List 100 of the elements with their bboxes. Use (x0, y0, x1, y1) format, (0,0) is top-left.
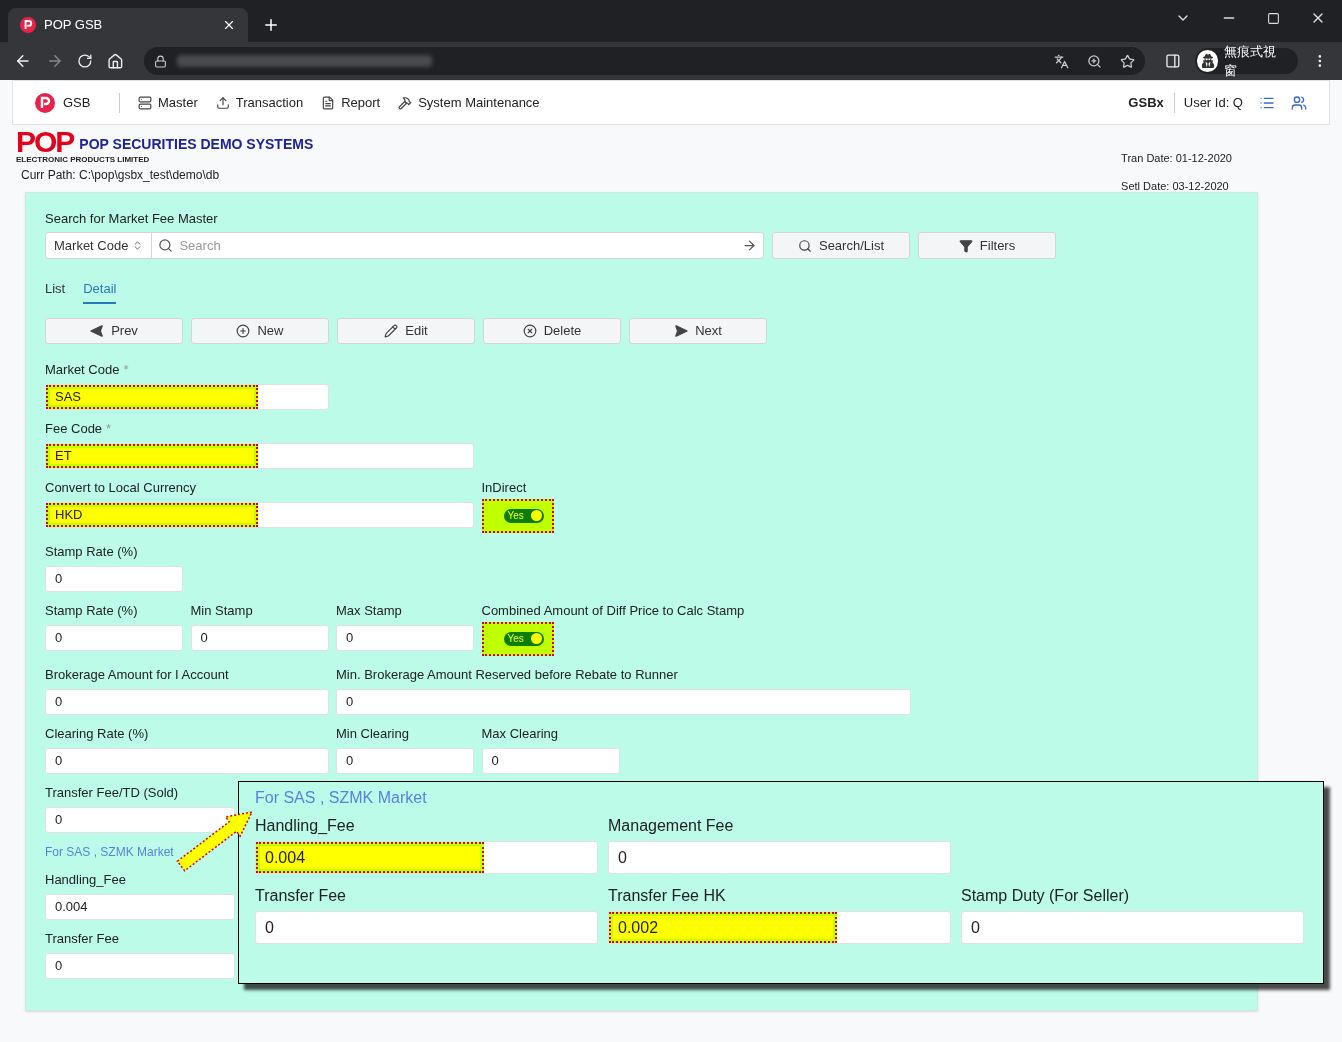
search-icon (797, 238, 812, 253)
input-field[interactable]: 0 (190, 624, 329, 651)
field-label: InDirect (481, 478, 527, 497)
reload-icon[interactable] (77, 53, 94, 69)
action-button[interactable]: Prev (45, 317, 183, 344)
input-field[interactable]: 0.004 (45, 893, 236, 920)
field-label: Combined Amount of Diff Price to Calc Stamp (481, 601, 745, 620)
new-icon (236, 323, 251, 338)
input-field[interactable]: HKD (45, 501, 474, 528)
field-label: Fee Code (45, 419, 103, 438)
required-mark: * (106, 419, 112, 438)
field-label: Transfer Fee (255, 886, 346, 906)
field-label: Transfer Fee HK (608, 886, 726, 906)
home-icon[interactable] (107, 52, 124, 70)
field-label: Transfer Fee (45, 929, 119, 948)
side-panel-icon[interactable] (1165, 53, 1181, 69)
company-logo: POP (16, 129, 74, 154)
lock-icon (153, 54, 167, 68)
view-tab[interactable]: Detail (83, 279, 117, 304)
prev-icon (90, 323, 105, 338)
input-field[interactable]: ET (45, 442, 474, 469)
field-label: Transfer Fee/TD (Sold) (45, 783, 179, 802)
user-id: User Id: Q (1183, 93, 1243, 112)
field-selector[interactable]: Market Code (46, 233, 153, 258)
input-field[interactable]: 0 (961, 911, 1304, 944)
input-field[interactable]: 0 (255, 911, 598, 944)
arrow-right-icon[interactable] (742, 238, 757, 253)
input-field[interactable]: 0.004 (255, 841, 598, 874)
brand-logo-icon (35, 92, 55, 113)
maximize-icon[interactable] (1267, 11, 1280, 25)
field-label: Brokerage Amount for I Account (45, 665, 229, 684)
input-field[interactable]: 0 (45, 952, 236, 979)
browser-tab[interactable]: POP GSB (8, 8, 248, 42)
action-button[interactable]: Delete (483, 317, 621, 344)
nav-menu-item[interactable]: Report (321, 92, 381, 113)
field-label: Handling_Fee (255, 816, 355, 836)
input-field[interactable]: 0 (45, 688, 329, 715)
close-icon[interactable] (222, 18, 236, 32)
input-field[interactable]: 0 (45, 806, 236, 833)
app-name: GSBx (1128, 93, 1164, 112)
nav-menu-item[interactable]: Transaction (215, 92, 304, 113)
field-label: Min Clearing (336, 724, 409, 743)
menu-item-icon (138, 95, 152, 110)
translate-icon[interactable] (1054, 53, 1070, 69)
incognito-icon (1196, 50, 1219, 72)
edit-icon (384, 323, 399, 338)
field-label: Handling_Fee (45, 870, 126, 889)
input-field[interactable]: 0 (45, 747, 329, 774)
menu-item-icon (215, 95, 230, 110)
toolbar-button[interactable]: Search/List (772, 232, 910, 259)
menu-item-icon (398, 95, 413, 110)
input-field[interactable]: SAS (45, 383, 329, 410)
tran-date: Tran Date: 01-12-2020 (1121, 151, 1232, 166)
action-button[interactable]: Edit (337, 317, 475, 344)
menu-item-icon (321, 95, 336, 110)
new-tab-icon[interactable] (262, 16, 280, 34)
search-icon (158, 238, 174, 253)
zoom-icon[interactable] (1087, 53, 1103, 69)
field-label: Min Stamp (190, 601, 253, 620)
field-label: Min. Brokerage Amount Reserved before Rebate to Runner (336, 665, 678, 684)
toggle-switch[interactable]: Yes (503, 631, 544, 646)
field-label: Market Code (45, 360, 120, 379)
brand-link[interactable]: GSB (35, 92, 119, 113)
logo-tagline: ELECTRONIC PRODUCTS LIMITED (16, 155, 151, 164)
brand-logo-icon (20, 17, 36, 33)
input-field[interactable]: 0 (481, 747, 620, 774)
field-label: Convert to Local Currency (45, 478, 196, 497)
input-field[interactable]: 0.002 (608, 911, 951, 944)
field-label: Clearing Rate (%) (45, 724, 149, 743)
toggle-switch[interactable]: Yes (503, 508, 544, 523)
action-button[interactable]: New (191, 317, 329, 344)
field-label: Stamp Duty (For Seller) (961, 886, 1130, 906)
field-label: Max Stamp (336, 601, 402, 620)
system-title: POP SECURITIES DEMO SYSTEMS (79, 135, 314, 154)
required-mark: * (123, 360, 129, 379)
toolbar-button[interactable]: Filters (918, 232, 1056, 259)
field-label: Stamp Rate (%) (45, 601, 138, 620)
nav-menu-item[interactable]: Master (138, 92, 198, 113)
input-field[interactable]: 0 (45, 624, 183, 651)
search-field[interactable]: Market Code Search (45, 232, 764, 259)
nav-menu-item[interactable]: System Maintenance (398, 92, 540, 113)
search-title: Search for Market Fee Master (45, 211, 219, 227)
input-field[interactable]: 0 (336, 747, 474, 774)
field-label: Management Fee (608, 816, 734, 836)
back-icon[interactable] (14, 52, 32, 70)
star-icon[interactable] (1120, 53, 1136, 69)
users-icon[interactable] (1291, 94, 1307, 111)
next-icon (674, 323, 689, 338)
settlement-date: Setl Date: 03-12-2020 (1121, 178, 1230, 194)
field-label: Max Clearing (481, 724, 559, 743)
input-field[interactable]: 0 (336, 688, 911, 715)
field-label: Stamp Rate (%) (45, 542, 138, 561)
action-button[interactable]: Next (629, 317, 767, 344)
delete-icon (522, 323, 537, 338)
input-field[interactable]: 0 (45, 565, 183, 592)
view-tab[interactable]: List (45, 279, 66, 304)
filter-icon (958, 238, 973, 253)
input-field[interactable]: 0 (608, 841, 951, 874)
input-field[interactable]: 0 (336, 624, 474, 651)
current-path: Curr Path: C:\pop\gsbx_test\demo\db (21, 167, 221, 184)
